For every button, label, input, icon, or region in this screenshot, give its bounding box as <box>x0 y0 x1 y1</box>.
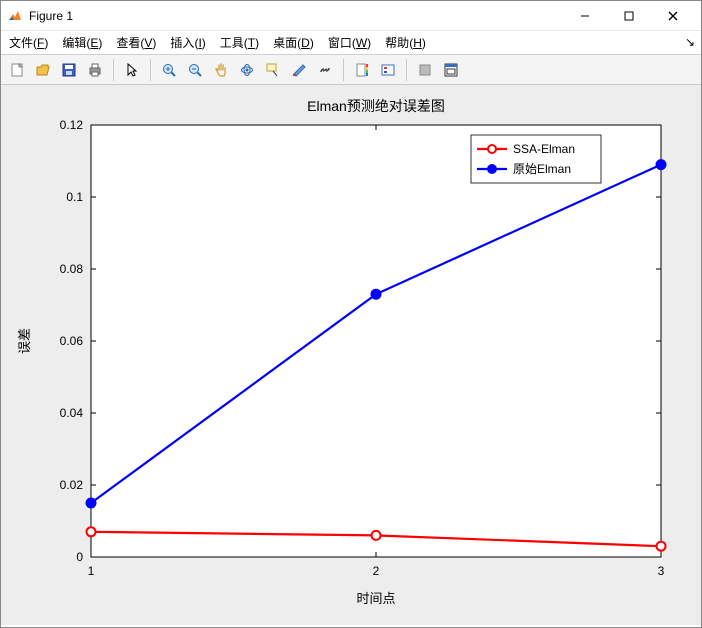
new-icon[interactable] <box>5 58 29 82</box>
titlebar: Figure 1 <box>1 1 701 31</box>
datacursor-icon[interactable] <box>261 58 285 82</box>
colorbar-icon[interactable] <box>350 58 374 82</box>
open-icon[interactable] <box>31 58 55 82</box>
axes-box <box>91 125 661 557</box>
legend-label: 原始Elman <box>513 162 571 176</box>
rotate-icon[interactable] <box>235 58 259 82</box>
menu-file[interactable]: 文件(F) <box>9 34 48 51</box>
menu-tools[interactable]: 工具(T) <box>220 34 259 51</box>
zoom-out-icon[interactable] <box>183 58 207 82</box>
ytick-label: 0.08 <box>60 262 84 276</box>
xtick-label: 1 <box>88 564 95 578</box>
ytick-label: 0 <box>76 550 83 564</box>
ytick-label: 0.02 <box>60 478 84 492</box>
close-button[interactable] <box>651 2 695 30</box>
toolbar <box>1 55 701 85</box>
ytick-label: 0.1 <box>66 190 83 204</box>
matlab-icon <box>7 8 23 24</box>
menu-view[interactable]: 查看(V) <box>116 34 156 51</box>
brush-icon[interactable] <box>287 58 311 82</box>
dock-icon[interactable] <box>439 58 463 82</box>
series-marker <box>87 499 96 508</box>
ytick-label: 0.06 <box>60 334 84 348</box>
series-marker <box>87 527 96 536</box>
legend-icon[interactable] <box>376 58 400 82</box>
hideplot-icon[interactable] <box>413 58 437 82</box>
menubar: 文件(F) 编辑(E) 查看(V) 插入(I) 工具(T) 桌面(D) 窗口(W… <box>1 31 701 55</box>
ylabel: 误差 <box>17 328 32 354</box>
xlabel: 时间点 <box>356 591 395 606</box>
print-icon[interactable] <box>83 58 107 82</box>
chart-title: Elman预测绝对误差图 <box>307 98 445 114</box>
pointer-icon[interactable] <box>120 58 144 82</box>
pan-icon[interactable] <box>209 58 233 82</box>
menu-insert[interactable]: 插入(I) <box>170 34 205 51</box>
ytick-label: 0.12 <box>60 118 84 132</box>
menu-help[interactable]: 帮助(H) <box>385 34 426 51</box>
legend-marker <box>488 165 496 173</box>
menu-edit[interactable]: 编辑(E) <box>62 34 102 51</box>
legend-label: SSA-Elman <box>513 142 575 156</box>
dock-arrow-icon[interactable]: ↘ <box>685 35 695 49</box>
minimize-button[interactable] <box>563 2 607 30</box>
series-marker <box>657 160 666 169</box>
ytick-label: 0.04 <box>60 406 84 420</box>
xtick-label: 2 <box>373 564 380 578</box>
xtick-label: 3 <box>658 564 665 578</box>
link-icon[interactable] <box>313 58 337 82</box>
window-title: Figure 1 <box>29 9 563 23</box>
series-marker <box>372 290 381 299</box>
save-icon[interactable] <box>57 58 81 82</box>
menu-window[interactable]: 窗口(W) <box>328 34 371 51</box>
series-marker <box>372 531 381 540</box>
chart-area[interactable]: Elman预测绝对误差图 0 0.02 0.04 0.06 0.08 0.1 0.12 1 2 3 时… <box>1 85 701 625</box>
maximize-button[interactable] <box>607 2 651 30</box>
series-marker <box>657 542 666 551</box>
menu-desktop[interactable]: 桌面(D) <box>273 34 314 51</box>
legend-marker <box>488 145 496 153</box>
zoom-in-icon[interactable] <box>157 58 181 82</box>
